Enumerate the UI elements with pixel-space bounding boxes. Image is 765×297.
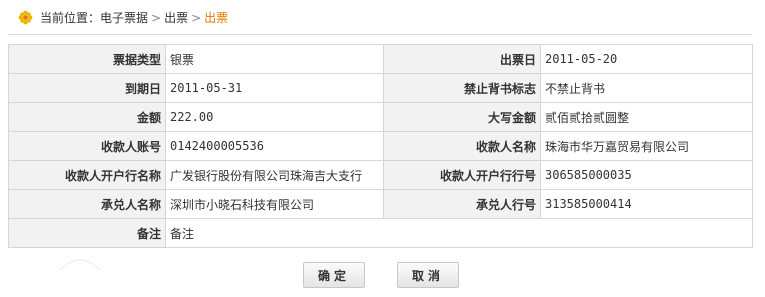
breadcrumb: 当前位置：电子票据 > 出票 > 出票 bbox=[0, 0, 765, 34]
due-date-value: 2011-05-31 bbox=[165, 73, 384, 103]
confirm-button[interactable]: 确定 bbox=[303, 262, 365, 288]
amount-in-words-value: 贰佰贰拾贰圆整 bbox=[540, 102, 753, 132]
table-row: 备注 备注 bbox=[8, 218, 753, 248]
table-row: 票据类型 银票 出票日 2011-05-20 bbox=[8, 44, 753, 74]
issue-date-value: 2011-05-20 bbox=[540, 44, 753, 74]
payee-bank-code-value: 306585000035 bbox=[540, 160, 753, 190]
issue-date-label: 出票日 bbox=[383, 44, 541, 74]
payee-account-label: 收款人账号 bbox=[8, 131, 166, 161]
breadcrumb-separator: > bbox=[191, 11, 202, 25]
payee-bank-name-value: 广发银行股份有限公司珠海吉大支行 bbox=[165, 160, 384, 190]
payee-account-value: 0142400005536 bbox=[165, 131, 384, 161]
endorsement-flag-label: 禁止背书标志 bbox=[383, 73, 541, 103]
breadcrumb-item-electronic-bills[interactable]: 电子票据 bbox=[100, 11, 148, 25]
bill-detail-table: 票据类型 银票 出票日 2011-05-20 到期日 2011-05-31 禁止… bbox=[8, 44, 753, 248]
payee-name-value: 珠海市华万嘉贸易有限公司 bbox=[540, 131, 753, 161]
payee-bank-name-label: 收款人开户行名称 bbox=[8, 160, 166, 190]
acceptor-bank-code-value: 313585000414 bbox=[540, 189, 753, 219]
amount-value: 222.00 bbox=[165, 102, 384, 132]
breadcrumb-item-issue[interactable]: 出票 bbox=[164, 11, 188, 25]
bill-type-value: 银票 bbox=[165, 44, 384, 74]
cancel-button[interactable]: 取消 bbox=[397, 262, 459, 288]
bill-type-label: 票据类型 bbox=[8, 44, 166, 74]
acceptor-name-label: 承兑人名称 bbox=[8, 189, 166, 219]
table-row: 金额 222.00 大写金额 贰佰贰拾贰圆整 bbox=[8, 102, 753, 132]
amount-label: 金额 bbox=[8, 102, 166, 132]
payee-bank-code-label: 收款人开户行行号 bbox=[383, 160, 541, 190]
remark-value: 备注 bbox=[165, 218, 753, 248]
acceptor-bank-code-label: 承兑人行号 bbox=[383, 189, 541, 219]
divider bbox=[8, 34, 751, 35]
due-date-label: 到期日 bbox=[8, 73, 166, 103]
amount-in-words-label: 大写金额 bbox=[383, 102, 541, 132]
table-row: 收款人账号 0142400005536 收款人名称 珠海市华万嘉贸易有限公司 bbox=[8, 131, 753, 161]
breadcrumb-prefix: 当前位置： bbox=[40, 11, 101, 25]
payee-name-label: 收款人名称 bbox=[383, 131, 541, 161]
table-row: 到期日 2011-05-31 禁止背书标志 不禁止背书 bbox=[8, 73, 753, 103]
remark-label: 备注 bbox=[8, 218, 166, 248]
breadcrumb-separator: > bbox=[151, 11, 162, 25]
flower-icon bbox=[18, 10, 33, 25]
table-row: 承兑人名称 深圳市小晓石科技有限公司 承兑人行号 313585000414 bbox=[8, 189, 753, 219]
breadcrumb-item-current: 出票 bbox=[204, 11, 229, 25]
table-row: 收款人开户行名称 广发银行股份有限公司珠海吉大支行 收款人开户行行号 30658… bbox=[8, 160, 753, 190]
endorsement-flag-value: 不禁止背书 bbox=[540, 73, 753, 103]
acceptor-name-value: 深圳市小晓石科技有限公司 bbox=[165, 189, 384, 219]
